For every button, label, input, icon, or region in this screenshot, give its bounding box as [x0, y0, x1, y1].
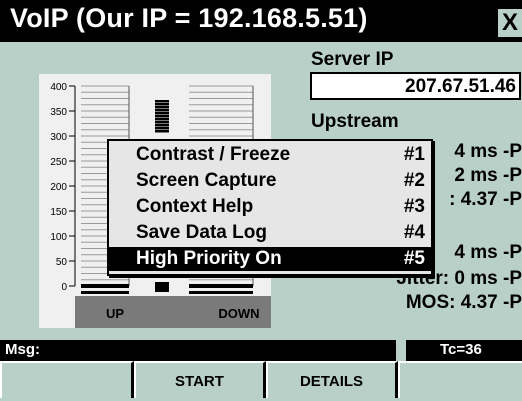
center-meter-segment	[155, 106, 169, 109]
upstream-mos-value: : 4.37 -P	[449, 189, 522, 210]
server-ip-field[interactable]: 207.67.51.46	[310, 72, 521, 100]
menu-item-label: Screen Capture	[136, 170, 277, 191]
y-tick-label: 400	[50, 82, 67, 93]
y-tick-label: 0	[61, 282, 67, 293]
menu-item-label: Context Help	[136, 196, 254, 217]
center-meter-segment	[155, 115, 169, 118]
y-tick-label: 100	[50, 232, 67, 243]
close-button[interactable]: X	[496, 9, 522, 37]
softkey-4[interactable]	[398, 361, 522, 398]
y-tick-label: 200	[50, 182, 67, 193]
center-meter-segment	[155, 118, 169, 121]
menu-item-label: Save Data Log	[136, 222, 267, 243]
category-label-up: UP	[106, 306, 124, 321]
bar-up	[81, 284, 129, 288]
softkey-1[interactable]	[0, 361, 134, 398]
window-title: VoIP (Our IP = 192.168.5.51)	[10, 3, 368, 33]
start-button[interactable]: START	[134, 361, 266, 398]
center-meter-segment	[155, 100, 169, 103]
menu-item-4[interactable]: Save Data Log #4	[109, 221, 431, 245]
context-menu: Contrast / Freeze #1 Screen Capture #2 Conte…	[107, 139, 433, 276]
bar-base-up	[81, 291, 129, 294]
downstream-mos-value: MOS: 4.37 -P	[405, 292, 522, 313]
center-meter-segment	[155, 109, 169, 112]
message-label: Msg:	[5, 341, 40, 358]
upstream-jitter-value: 2 ms -P	[454, 165, 522, 186]
y-tick-label: 350	[50, 107, 67, 118]
y-tick-label: 250	[50, 157, 67, 168]
center-meter-segment	[155, 124, 169, 127]
menu-item-2[interactable]: Screen Capture #2	[109, 169, 431, 193]
category-label-down: DOWN	[218, 306, 259, 321]
center-meter-base	[155, 282, 169, 292]
menu-item-shortcut: #2	[403, 170, 425, 191]
y-tick-label: 150	[50, 207, 67, 218]
upstream-delay-value: 4 ms -P	[454, 141, 522, 162]
title-bar: VoIP (Our IP = 192.168.5.51)	[0, 0, 522, 42]
y-tick-label: 300	[50, 132, 67, 143]
downstream-delay-value: 4 ms -P	[454, 242, 522, 263]
center-meter-segment	[155, 112, 169, 115]
menu-item-shortcut: #1	[403, 144, 425, 165]
center-meter-segment	[155, 103, 169, 106]
menu-item-shortcut: #5	[403, 248, 425, 269]
menu-item-shortcut: #3	[403, 196, 425, 217]
tc-counter: Tc=36	[440, 341, 482, 358]
menu-item-3[interactable]: Context Help #3	[109, 195, 431, 219]
center-meter-segment	[155, 130, 169, 133]
center-meter-segment	[155, 127, 169, 130]
center-meter-segment	[155, 121, 169, 124]
menu-item-shortcut: #4	[403, 222, 425, 243]
menu-item-5[interactable]: High Priority On #5	[109, 247, 431, 271]
menu-item-1[interactable]: Contrast / Freeze #1	[109, 143, 431, 167]
menu-item-label: Contrast / Freeze	[136, 144, 291, 165]
message-bar-divider	[396, 340, 406, 361]
bar-down	[189, 284, 253, 288]
y-tick-label: 50	[56, 257, 68, 268]
server-ip-label: Server IP	[311, 49, 394, 70]
upstream-label: Upstream	[311, 111, 399, 132]
bar-base-down	[189, 291, 253, 294]
details-button[interactable]: DETAILS	[266, 361, 398, 398]
menu-item-label: High Priority On	[136, 248, 282, 269]
